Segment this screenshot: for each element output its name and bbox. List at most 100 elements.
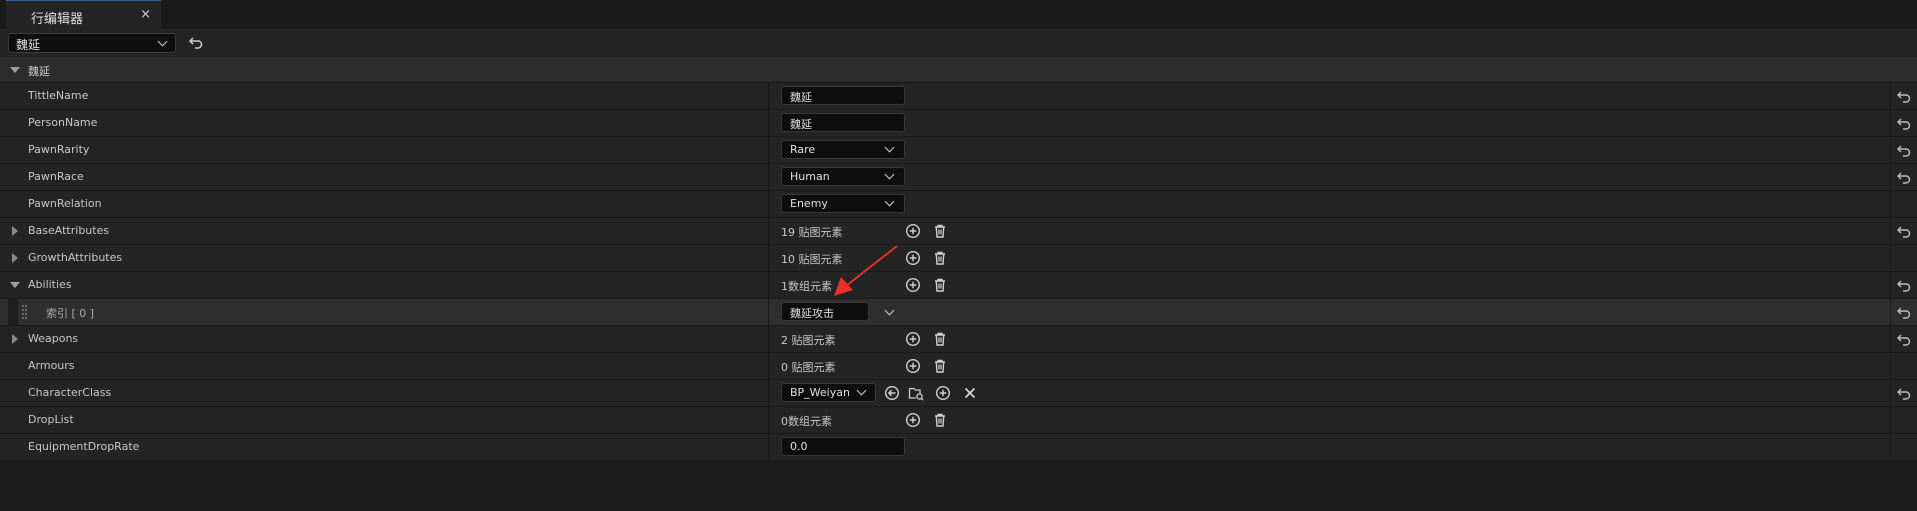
input-value: 魏延 bbox=[790, 118, 812, 131]
trash-icon[interactable] bbox=[932, 412, 948, 428]
property-row-armours: Armours 0 贴图元素 bbox=[0, 353, 1917, 380]
element-count: 2 贴图元素 bbox=[781, 334, 836, 347]
pawn-rarity-dropdown[interactable]: Rare bbox=[781, 140, 905, 159]
input-value: 魏延 bbox=[790, 91, 812, 104]
reset-column-divider bbox=[1890, 164, 1891, 191]
collapse-triangle-icon[interactable] bbox=[10, 282, 20, 288]
clear-icon[interactable] bbox=[962, 385, 978, 401]
equipment-drop-rate-input[interactable]: 0.0 bbox=[781, 437, 905, 456]
reset-column-divider bbox=[1890, 326, 1891, 353]
trash-icon[interactable] bbox=[932, 250, 948, 266]
element-count: 10 贴图元素 bbox=[781, 253, 843, 266]
input-value: 0.0 bbox=[790, 440, 808, 453]
property-row-base-attributes: BaseAttributes 19 贴图元素 bbox=[0, 218, 1917, 245]
dropdown-value: Rare bbox=[790, 143, 816, 156]
property-label: PawnRace bbox=[28, 170, 84, 183]
property-label: GrowthAttributes bbox=[28, 251, 123, 264]
property-row-pawn-race: PawnRace Human bbox=[0, 164, 1917, 191]
column-divider[interactable] bbox=[768, 353, 769, 380]
property-label: DropList bbox=[28, 413, 74, 426]
category-header[interactable]: 魏延 bbox=[0, 57, 1917, 83]
add-element-icon[interactable] bbox=[905, 331, 921, 347]
property-label: Weapons bbox=[28, 332, 79, 345]
character-class-picker[interactable]: BP_Weiyan bbox=[781, 383, 876, 402]
reset-column-divider bbox=[1890, 137, 1891, 164]
reset-to-default-icon[interactable] bbox=[1897, 332, 1911, 346]
column-divider[interactable] bbox=[768, 380, 769, 407]
drag-handle-icon[interactable] bbox=[22, 305, 28, 319]
add-element-icon[interactable] bbox=[905, 250, 921, 266]
tab-row-editor[interactable]: 行编辑器 × bbox=[6, 0, 161, 29]
input-value: 魏延攻击 bbox=[790, 307, 834, 320]
collapse-triangle-icon bbox=[10, 67, 20, 73]
reset-to-default-icon[interactable] bbox=[1897, 386, 1911, 400]
property-row-weapons: Weapons 2 贴图元素 bbox=[0, 326, 1917, 353]
trash-icon[interactable] bbox=[932, 223, 948, 239]
row-selector-combo[interactable]: 魏延 bbox=[8, 33, 176, 53]
property-label: Armours bbox=[28, 359, 75, 372]
tittle-name-input[interactable]: 魏延 bbox=[781, 86, 905, 105]
column-divider[interactable] bbox=[768, 191, 769, 218]
expand-triangle-icon[interactable] bbox=[12, 226, 18, 236]
column-divider[interactable] bbox=[768, 326, 769, 353]
expand-triangle-icon[interactable] bbox=[12, 253, 18, 263]
chevron-down-icon bbox=[884, 169, 895, 180]
property-label: BaseAttributes bbox=[28, 224, 110, 237]
column-divider[interactable] bbox=[768, 272, 769, 299]
reset-to-default-icon[interactable] bbox=[1897, 116, 1911, 130]
toolbar: 魏延 bbox=[0, 29, 1917, 57]
property-label: CharacterClass bbox=[28, 386, 112, 399]
trash-icon[interactable] bbox=[932, 277, 948, 293]
close-icon[interactable]: × bbox=[140, 7, 151, 22]
expand-triangle-icon[interactable] bbox=[12, 334, 18, 344]
use-selected-icon[interactable] bbox=[884, 385, 900, 401]
element-count: 0数组元素 bbox=[781, 415, 832, 428]
pawn-relation-dropdown[interactable]: Enemy bbox=[781, 194, 905, 213]
column-divider[interactable] bbox=[768, 407, 769, 434]
array-element-row: 索引 [ 0 ] 魏延攻击 bbox=[0, 299, 1917, 326]
column-divider[interactable] bbox=[768, 245, 769, 272]
add-element-icon[interactable] bbox=[905, 277, 921, 293]
reset-to-default-icon[interactable] bbox=[1897, 89, 1911, 103]
reset-column-divider bbox=[1890, 299, 1891, 326]
column-divider[interactable] bbox=[768, 218, 769, 245]
add-element-icon[interactable] bbox=[905, 358, 921, 374]
column-divider[interactable] bbox=[768, 110, 769, 137]
chevron-down-icon[interactable] bbox=[884, 305, 895, 316]
property-label: PawnRarity bbox=[28, 143, 90, 156]
property-row-pawn-rarity: PawnRarity Rare bbox=[0, 137, 1917, 164]
column-divider[interactable] bbox=[768, 137, 769, 164]
trash-icon[interactable] bbox=[932, 358, 948, 374]
property-label: PawnRelation bbox=[28, 197, 102, 210]
tab-bar: 行编辑器 × bbox=[0, 0, 1917, 29]
property-row-growth-attributes: GrowthAttributes 10 贴图元素 bbox=[0, 245, 1917, 272]
column-divider[interactable] bbox=[768, 434, 769, 461]
column-divider[interactable] bbox=[768, 164, 769, 191]
pawn-race-dropdown[interactable]: Human bbox=[781, 167, 905, 186]
reset-to-default-icon[interactable] bbox=[1897, 224, 1911, 238]
add-element-icon[interactable] bbox=[905, 223, 921, 239]
add-element-icon[interactable] bbox=[935, 385, 951, 401]
browse-folder-icon[interactable] bbox=[908, 385, 924, 401]
column-divider[interactable] bbox=[768, 83, 769, 110]
dropdown-value: BP_Weiyan bbox=[790, 386, 850, 399]
property-row-equipment-drop-rate: EquipmentDropRate 0.0 bbox=[0, 434, 1917, 461]
chevron-down-icon bbox=[884, 196, 895, 207]
person-name-input[interactable]: 魏延 bbox=[781, 113, 905, 132]
undo-icon[interactable] bbox=[189, 35, 203, 49]
chevron-down-icon bbox=[856, 385, 867, 396]
property-row-abilities: Abilities 1数组元素 bbox=[0, 272, 1917, 299]
ability-input[interactable]: 魏延攻击 bbox=[781, 302, 869, 321]
reset-to-default-icon[interactable] bbox=[1897, 278, 1911, 292]
trash-icon[interactable] bbox=[932, 331, 948, 347]
row-selector-value: 魏延 bbox=[16, 38, 41, 52]
reset-column-divider bbox=[1890, 353, 1891, 380]
reset-to-default-icon[interactable] bbox=[1897, 143, 1911, 157]
element-count: 19 贴图元素 bbox=[781, 226, 843, 239]
reset-to-default-icon[interactable] bbox=[1897, 170, 1911, 184]
add-element-icon[interactable] bbox=[905, 412, 921, 428]
reset-column-divider bbox=[1890, 191, 1891, 218]
reset-to-default-icon[interactable] bbox=[1897, 305, 1911, 319]
property-label: EquipmentDropRate bbox=[28, 440, 140, 453]
column-divider[interactable] bbox=[768, 299, 769, 326]
